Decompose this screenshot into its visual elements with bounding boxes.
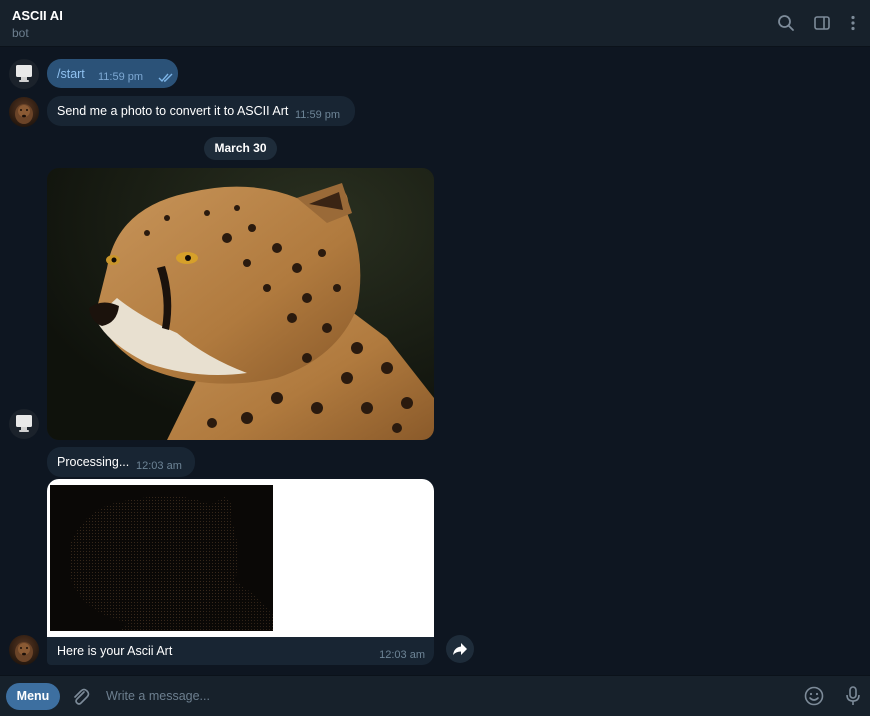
bot-menu-button[interactable]: Menu bbox=[6, 683, 60, 710]
ascii-cheetah-render bbox=[50, 485, 273, 631]
attach-icon[interactable] bbox=[69, 686, 91, 708]
message-processing[interactable]: Processing... 12:03 am bbox=[47, 447, 195, 477]
message-caption[interactable]: Here is your Ascii Art bbox=[57, 644, 172, 658]
message-time: 12:03 am bbox=[136, 460, 182, 472]
cheetah-avatar-icon bbox=[15, 104, 33, 124]
message-input[interactable] bbox=[104, 686, 784, 706]
double-check-icon bbox=[158, 73, 173, 83]
chat-subtitle: bot bbox=[12, 26, 29, 40]
message-text[interactable]: /start bbox=[57, 67, 85, 81]
microphone-icon[interactable] bbox=[842, 685, 864, 707]
message-time: 12:03 am bbox=[379, 649, 425, 661]
chat-title[interactable]: ASCII AI bbox=[12, 8, 63, 23]
chat-header: ASCII AI bot bbox=[0, 0, 870, 47]
message-list[interactable]: /start 11:59 pm Send me a photo to conve… bbox=[0, 47, 870, 675]
forward-arrow-icon bbox=[453, 643, 467, 655]
message-time: 11:59 pm bbox=[295, 109, 341, 121]
search-icon[interactable] bbox=[776, 13, 796, 33]
forward-button[interactable] bbox=[446, 635, 474, 663]
message-time: 11:59 pm bbox=[98, 71, 144, 83]
message-start[interactable]: /start 11:59 pm bbox=[47, 59, 178, 88]
emoji-icon[interactable] bbox=[803, 685, 825, 707]
user-avatar[interactable] bbox=[9, 59, 39, 89]
bot-avatar[interactable] bbox=[9, 635, 39, 665]
ascii-art-image bbox=[50, 485, 273, 631]
sent-photo[interactable] bbox=[47, 168, 434, 440]
message-text[interactable]: Processing... bbox=[57, 455, 129, 469]
sidebar-toggle-icon[interactable] bbox=[812, 13, 832, 33]
message-text[interactable]: Send me a photo to convert it to ASCII A… bbox=[57, 104, 288, 118]
more-options-icon[interactable] bbox=[843, 13, 863, 33]
ascii-art-document[interactable] bbox=[47, 479, 434, 637]
date-separator: March 30 bbox=[204, 137, 277, 160]
cheetah-photo bbox=[47, 168, 434, 440]
monitor-icon bbox=[16, 65, 32, 82]
bot-avatar[interactable] bbox=[9, 97, 39, 127]
cheetah-avatar-icon bbox=[15, 642, 33, 662]
monitor-icon bbox=[16, 415, 32, 432]
user-avatar[interactable] bbox=[9, 409, 39, 439]
message-welcome[interactable]: Send me a photo to convert it to ASCII A… bbox=[47, 96, 355, 126]
message-composer: Menu bbox=[0, 675, 870, 716]
message-ascii-result[interactable]: Here is your Ascii Art 12:03 am bbox=[47, 479, 434, 665]
